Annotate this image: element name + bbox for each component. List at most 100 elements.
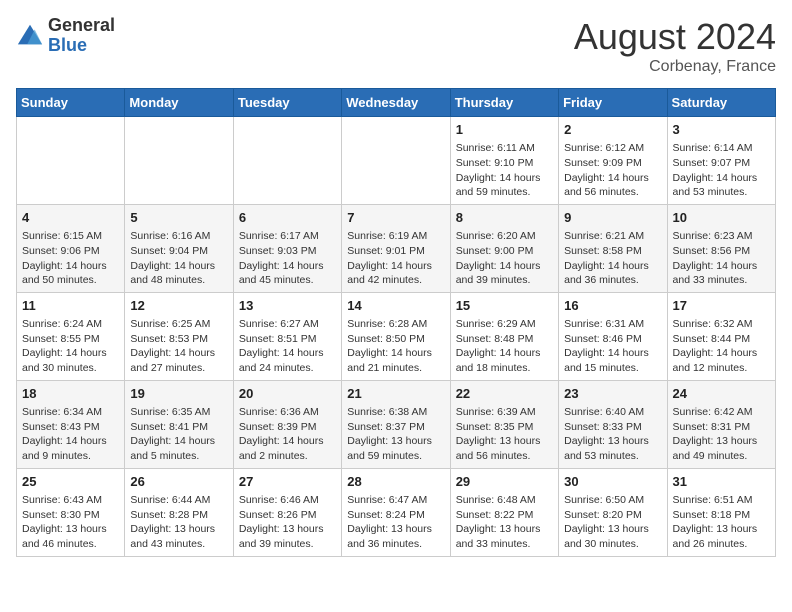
day-number: 19	[130, 385, 227, 403]
month-title: August 2024	[574, 16, 776, 58]
title-section: August 2024 Corbenay, France	[574, 16, 776, 76]
calendar-cell: 17Sunrise: 6:32 AM Sunset: 8:44 PM Dayli…	[667, 292, 775, 380]
day-number: 27	[239, 473, 336, 491]
day-info: Sunrise: 6:38 AM Sunset: 8:37 PM Dayligh…	[347, 405, 444, 464]
logo-general: General	[48, 16, 115, 36]
day-info: Sunrise: 6:40 AM Sunset: 8:33 PM Dayligh…	[564, 405, 661, 464]
calendar-cell: 18Sunrise: 6:34 AM Sunset: 8:43 PM Dayli…	[17, 380, 125, 468]
calendar-cell: 11 Sunrise: 6:24 AM Sunset: 8:55 PM Dayli…	[17, 292, 125, 380]
day-info: Sunrise: 6:35 AM Sunset: 8:41 PM Dayligh…	[130, 405, 227, 464]
calendar-cell: 3 Sunrise: 6:14 AM Sunset: 9:07 PM Daylig…	[667, 117, 775, 205]
calendar-cell: 20 Sunrise: 6:36 AM Sunset: 8:39 PM Dayli…	[233, 380, 341, 468]
calendar-cell: 19 Sunrise: 6:35 AM Sunset: 8:41 PM Dayli…	[125, 380, 233, 468]
logo-blue: Blue	[48, 36, 115, 56]
calendar-cell: 9 Sunrise: 6:21 AM Sunset: 8:58 PM Daylig…	[559, 204, 667, 292]
day-number: 23	[564, 385, 661, 403]
weekday-header: Sunday	[17, 89, 125, 117]
logo-icon	[16, 22, 44, 50]
calendar-week-row: 11 Sunrise: 6:24 AM Sunset: 8:55 PM Dayli…	[17, 292, 776, 380]
weekday-header: Thursday	[450, 89, 558, 117]
calendar-week-row: 25Sunrise: 6:43 AM Sunset: 8:30 PM Dayli…	[17, 468, 776, 556]
weekday-header: Tuesday	[233, 89, 341, 117]
day-number: 9	[564, 209, 661, 227]
calendar-cell	[125, 117, 233, 205]
calendar-cell: 7 Sunrise: 6:19 AM Sunset: 9:01 PM Daylig…	[342, 204, 450, 292]
day-number: 24	[673, 385, 770, 403]
day-info: Sunrise: 6:46 AM Sunset: 8:26 PM Dayligh…	[239, 493, 336, 552]
calendar-cell: 25Sunrise: 6:43 AM Sunset: 8:30 PM Dayli…	[17, 468, 125, 556]
day-info: Sunrise: 6:47 AM Sunset: 8:24 PM Dayligh…	[347, 493, 444, 552]
location: Corbenay, France	[574, 58, 776, 76]
calendar-cell: 23 Sunrise: 6:40 AM Sunset: 8:33 PM Dayli…	[559, 380, 667, 468]
day-info: Sunrise: 6:11 AM Sunset: 9:10 PM Dayligh…	[456, 141, 553, 200]
day-info: Sunrise: 6:36 AM Sunset: 8:39 PM Dayligh…	[239, 405, 336, 464]
day-info: Sunrise: 6:19 AM Sunset: 9:01 PM Dayligh…	[347, 229, 444, 288]
calendar-cell: 4Sunrise: 6:15 AM Sunset: 9:06 PM Daylig…	[17, 204, 125, 292]
weekday-header: Monday	[125, 89, 233, 117]
day-number: 22	[456, 385, 553, 403]
day-info: Sunrise: 6:25 AM Sunset: 8:53 PM Dayligh…	[130, 317, 227, 376]
day-number: 1	[456, 121, 553, 139]
day-number: 13	[239, 297, 336, 315]
day-number: 14	[347, 297, 444, 315]
logo-text: General Blue	[48, 16, 115, 56]
calendar-cell: 12 Sunrise: 6:25 AM Sunset: 8:53 PM Dayli…	[125, 292, 233, 380]
day-number: 8	[456, 209, 553, 227]
day-number: 11	[22, 297, 119, 315]
day-number: 18	[22, 385, 119, 403]
logo: General Blue	[16, 16, 115, 56]
day-number: 30	[564, 473, 661, 491]
day-number: 20	[239, 385, 336, 403]
calendar-cell: 16 Sunrise: 6:31 AM Sunset: 8:46 PM Dayli…	[559, 292, 667, 380]
day-number: 17	[673, 297, 770, 315]
calendar-cell: 15Sunrise: 6:29 AM Sunset: 8:48 PM Dayli…	[450, 292, 558, 380]
day-number: 16	[564, 297, 661, 315]
day-number: 6	[239, 209, 336, 227]
day-info: Sunrise: 6:24 AM Sunset: 8:55 PM Dayligh…	[22, 317, 119, 376]
day-info: Sunrise: 6:16 AM Sunset: 9:04 PM Dayligh…	[130, 229, 227, 288]
calendar-cell: 22 Sunrise: 6:39 AM Sunset: 8:35 PM Dayli…	[450, 380, 558, 468]
day-number: 2	[564, 121, 661, 139]
day-info: Sunrise: 6:21 AM Sunset: 8:58 PM Dayligh…	[564, 229, 661, 288]
calendar-cell: 28 Sunrise: 6:47 AM Sunset: 8:24 PM Dayli…	[342, 468, 450, 556]
calendar-cell	[342, 117, 450, 205]
day-number: 31	[673, 473, 770, 491]
calendar-cell	[233, 117, 341, 205]
day-number: 21	[347, 385, 444, 403]
day-number: 5	[130, 209, 227, 227]
day-info: Sunrise: 6:31 AM Sunset: 8:46 PM Dayligh…	[564, 317, 661, 376]
weekday-header-row: SundayMondayTuesdayWednesdayThursdayFrid…	[17, 89, 776, 117]
page-header: General Blue August 2024 Corbenay, Franc…	[16, 16, 776, 76]
calendar-cell	[17, 117, 125, 205]
calendar-cell: 21 Sunrise: 6:38 AM Sunset: 8:37 PM Dayli…	[342, 380, 450, 468]
day-info: Sunrise: 6:51 AM Sunset: 8:18 PM Dayligh…	[673, 493, 770, 552]
day-info: Sunrise: 6:42 AM Sunset: 8:31 PM Dayligh…	[673, 405, 770, 464]
day-number: 25	[22, 473, 119, 491]
calendar-cell: 13 Sunrise: 6:27 AM Sunset: 8:51 PM Dayli…	[233, 292, 341, 380]
day-number: 4	[22, 209, 119, 227]
weekday-header: Friday	[559, 89, 667, 117]
calendar-week-row: 4Sunrise: 6:15 AM Sunset: 9:06 PM Daylig…	[17, 204, 776, 292]
day-info: Sunrise: 6:27 AM Sunset: 8:51 PM Dayligh…	[239, 317, 336, 376]
day-info: Sunrise: 6:28 AM Sunset: 8:50 PM Dayligh…	[347, 317, 444, 376]
day-number: 28	[347, 473, 444, 491]
calendar-cell: 24 Sunrise: 6:42 AM Sunset: 8:31 PM Dayli…	[667, 380, 775, 468]
day-info: Sunrise: 6:48 AM Sunset: 8:22 PM Dayligh…	[456, 493, 553, 552]
calendar-week-row: 1 Sunrise: 6:11 AM Sunset: 9:10 PM Daylig…	[17, 117, 776, 205]
day-info: Sunrise: 6:39 AM Sunset: 8:35 PM Dayligh…	[456, 405, 553, 464]
day-info: Sunrise: 6:44 AM Sunset: 8:28 PM Dayligh…	[130, 493, 227, 552]
day-info: Sunrise: 6:14 AM Sunset: 9:07 PM Dayligh…	[673, 141, 770, 200]
day-number: 3	[673, 121, 770, 139]
calendar-cell: 6Sunrise: 6:17 AM Sunset: 9:03 PM Daylig…	[233, 204, 341, 292]
calendar-cell: 30Sunrise: 6:50 AM Sunset: 8:20 PM Dayli…	[559, 468, 667, 556]
calendar-cell: 1 Sunrise: 6:11 AM Sunset: 9:10 PM Daylig…	[450, 117, 558, 205]
calendar-cell: 31 Sunrise: 6:51 AM Sunset: 8:18 PM Dayli…	[667, 468, 775, 556]
day-number: 7	[347, 209, 444, 227]
day-number: 29	[456, 473, 553, 491]
day-number: 15	[456, 297, 553, 315]
day-info: Sunrise: 6:20 AM Sunset: 9:00 PM Dayligh…	[456, 229, 553, 288]
day-info: Sunrise: 6:23 AM Sunset: 8:56 PM Dayligh…	[673, 229, 770, 288]
calendar-cell: 5 Sunrise: 6:16 AM Sunset: 9:04 PM Daylig…	[125, 204, 233, 292]
day-number: 12	[130, 297, 227, 315]
day-number: 10	[673, 209, 770, 227]
